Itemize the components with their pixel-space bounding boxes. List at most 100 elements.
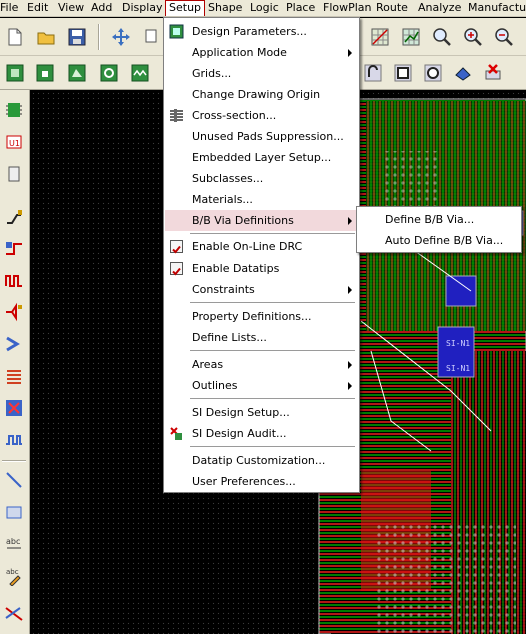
edit-text-button[interactable]: abc xyxy=(2,564,26,588)
cross-section-icon xyxy=(170,109,183,122)
menu-shape[interactable]: Shape xyxy=(205,0,245,16)
save-icon xyxy=(68,28,86,46)
menu-item-si-design-audit[interactable]: SI Design Audit... xyxy=(165,423,358,444)
menu-setup[interactable]: Setup xyxy=(165,0,206,16)
layer-stack-icon xyxy=(455,67,471,81)
menu-item-property-definitions[interactable]: Property Definitions... xyxy=(165,306,358,327)
zoom-out-button[interactable] xyxy=(491,24,517,50)
dimension-button[interactable] xyxy=(2,602,26,626)
menu-item-subclasses[interactable]: Subclasses... xyxy=(165,168,358,189)
menu-item-bb-via-definitions[interactable]: B/B Via Definitions xyxy=(165,210,358,231)
diagonal-line-icon xyxy=(6,472,22,488)
menu-item-label: Auto Define B/B Via... xyxy=(385,234,504,247)
layer-green-button-3[interactable] xyxy=(64,60,90,86)
menu-item-grids[interactable]: Grids... xyxy=(165,63,358,84)
menu-display[interactable]: Display xyxy=(119,0,166,16)
place-component-button[interactable] xyxy=(2,98,26,122)
phase-tune-icon xyxy=(6,435,22,445)
menu-item-si-design-setup[interactable]: SI Design Setup... xyxy=(165,402,358,423)
layer-green-button-2[interactable] xyxy=(32,60,58,86)
menu-item-outlines[interactable]: Outlines xyxy=(165,375,358,396)
menu-item-cross-section[interactable]: Cross-section... xyxy=(165,105,358,126)
slide-button[interactable] xyxy=(2,236,26,260)
menu-add[interactable]: Add xyxy=(88,0,115,16)
menu-item-change-drawing-origin[interactable]: Change Drawing Origin xyxy=(165,84,358,105)
checkbox-checked-icon[interactable] xyxy=(170,262,183,276)
menu-place[interactable]: Place xyxy=(283,0,318,16)
pad-circle-button[interactable] xyxy=(420,60,446,86)
menu-item-areas[interactable]: Areas xyxy=(165,354,358,375)
grid-view-button[interactable] xyxy=(367,24,393,50)
zoom-out-icon xyxy=(495,28,513,46)
new-file-button[interactable] xyxy=(2,24,28,50)
add-text-button[interactable]: abc xyxy=(2,532,26,556)
delete-button[interactable] xyxy=(480,60,506,86)
menu-item-datatip-customization[interactable]: Datatip Customization... xyxy=(165,450,358,471)
magnifier-icon xyxy=(433,28,451,46)
add-line-button[interactable] xyxy=(2,468,26,492)
layer-visibility-button[interactable] xyxy=(450,60,476,86)
phase-tune-button[interactable] xyxy=(2,428,26,452)
route-connect-icon xyxy=(7,210,22,224)
setup-menu: Design Parameters... Application Mode Gr… xyxy=(163,17,360,493)
place-symbol-button[interactable]: U1 xyxy=(2,130,26,154)
menu-item-label: Areas xyxy=(192,358,224,371)
submenu-arrow-icon xyxy=(348,286,352,294)
menu-separator xyxy=(190,302,355,303)
menu-item-design-parameters[interactable]: Design Parameters... xyxy=(165,21,358,42)
custom-smooth-button[interactable] xyxy=(2,300,26,324)
place-generic-button[interactable] xyxy=(2,162,26,186)
add-rect-button[interactable] xyxy=(2,500,26,524)
add-connect-button[interactable] xyxy=(2,204,26,228)
menu-item-label: Cross-section... xyxy=(192,109,277,122)
zoom-fit-button[interactable] xyxy=(398,24,424,50)
pad-square-button[interactable] xyxy=(390,60,416,86)
delay-tune-button[interactable] xyxy=(2,268,26,292)
menu-item-define-bb-via[interactable]: Define B/B Via... xyxy=(358,209,520,230)
move-button[interactable] xyxy=(108,24,134,50)
layer-green-button-1[interactable] xyxy=(2,60,28,86)
menu-manufacture[interactable]: Manufacture xyxy=(465,0,526,16)
menu-flowplan[interactable]: FlowPlan xyxy=(320,0,375,16)
menu-item-user-preferences[interactable]: User Preferences... xyxy=(165,471,358,492)
menu-edit[interactable]: Edit xyxy=(24,0,51,16)
bus-route-button[interactable] xyxy=(2,364,26,388)
menu-item-label: Property Definitions... xyxy=(192,310,312,323)
menu-item-auto-define-bb-via[interactable]: Auto Define B/B Via... xyxy=(358,230,520,251)
pcb-component-label: SI-N1 xyxy=(446,364,471,373)
menu-view[interactable]: View xyxy=(55,0,87,16)
menu-file[interactable]: File xyxy=(0,0,21,16)
menu-bar: File Edit View Add Display Setup Shape L… xyxy=(0,0,526,17)
menu-item-label: Enable Datatips xyxy=(192,262,280,275)
checkbox-checked-icon[interactable] xyxy=(170,240,183,254)
menu-item-materials[interactable]: Materials... xyxy=(165,189,358,210)
menu-item-label: Application Mode xyxy=(192,46,287,59)
menu-item-unused-pads-suppression[interactable]: Unused Pads Suppression... xyxy=(165,126,358,147)
save-button[interactable] xyxy=(64,24,90,50)
menu-item-enable-online-drc[interactable]: Enable On-Line DRC xyxy=(165,236,358,257)
zoom-window-button[interactable] xyxy=(429,24,455,50)
menu-item-constraints[interactable]: Constraints xyxy=(165,279,358,300)
menu-item-application-mode[interactable]: Application Mode xyxy=(165,42,358,63)
zoom-in-button[interactable] xyxy=(460,24,486,50)
layer-square-icon xyxy=(6,64,24,82)
layer-green-button-5[interactable] xyxy=(127,60,153,86)
layer-circle-icon xyxy=(100,64,118,82)
move-arrows-icon xyxy=(112,28,130,46)
menu-item-enable-datatips[interactable]: Enable Datatips xyxy=(165,258,358,279)
open-file-button[interactable] xyxy=(33,24,59,50)
fanout-button[interactable] xyxy=(2,332,26,356)
grid-icon xyxy=(371,28,389,46)
text-abc-icon: abc xyxy=(6,537,21,549)
menu-logic[interactable]: Logic xyxy=(247,0,282,16)
left-toolbar: U1 abc abc xyxy=(0,90,30,634)
fanout-arrow-icon xyxy=(6,336,20,352)
spread-lines-button[interactable] xyxy=(2,396,26,420)
menu-route[interactable]: Route xyxy=(373,0,411,16)
menu-item-define-lists[interactable]: Define Lists... xyxy=(165,327,358,348)
pad-round-button[interactable] xyxy=(360,60,386,86)
menu-item-embedded-layer-setup[interactable]: Embedded Layer Setup... xyxy=(165,147,358,168)
spread-box-icon xyxy=(6,400,22,416)
layer-green-button-4[interactable] xyxy=(96,60,122,86)
menu-analyze[interactable]: Analyze xyxy=(415,0,464,16)
